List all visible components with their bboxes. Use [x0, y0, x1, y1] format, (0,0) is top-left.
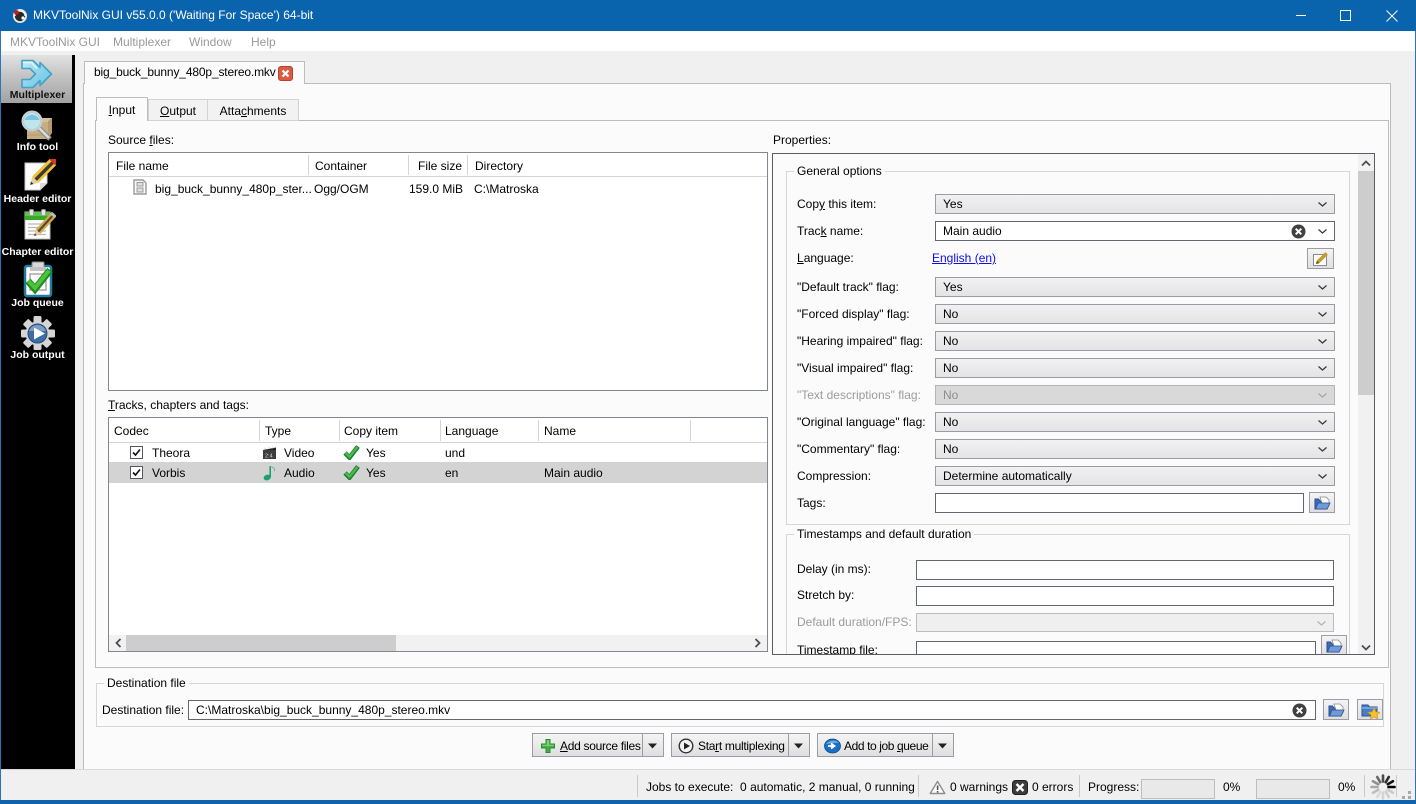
svg-text:2:4: 2:4	[265, 454, 273, 460]
